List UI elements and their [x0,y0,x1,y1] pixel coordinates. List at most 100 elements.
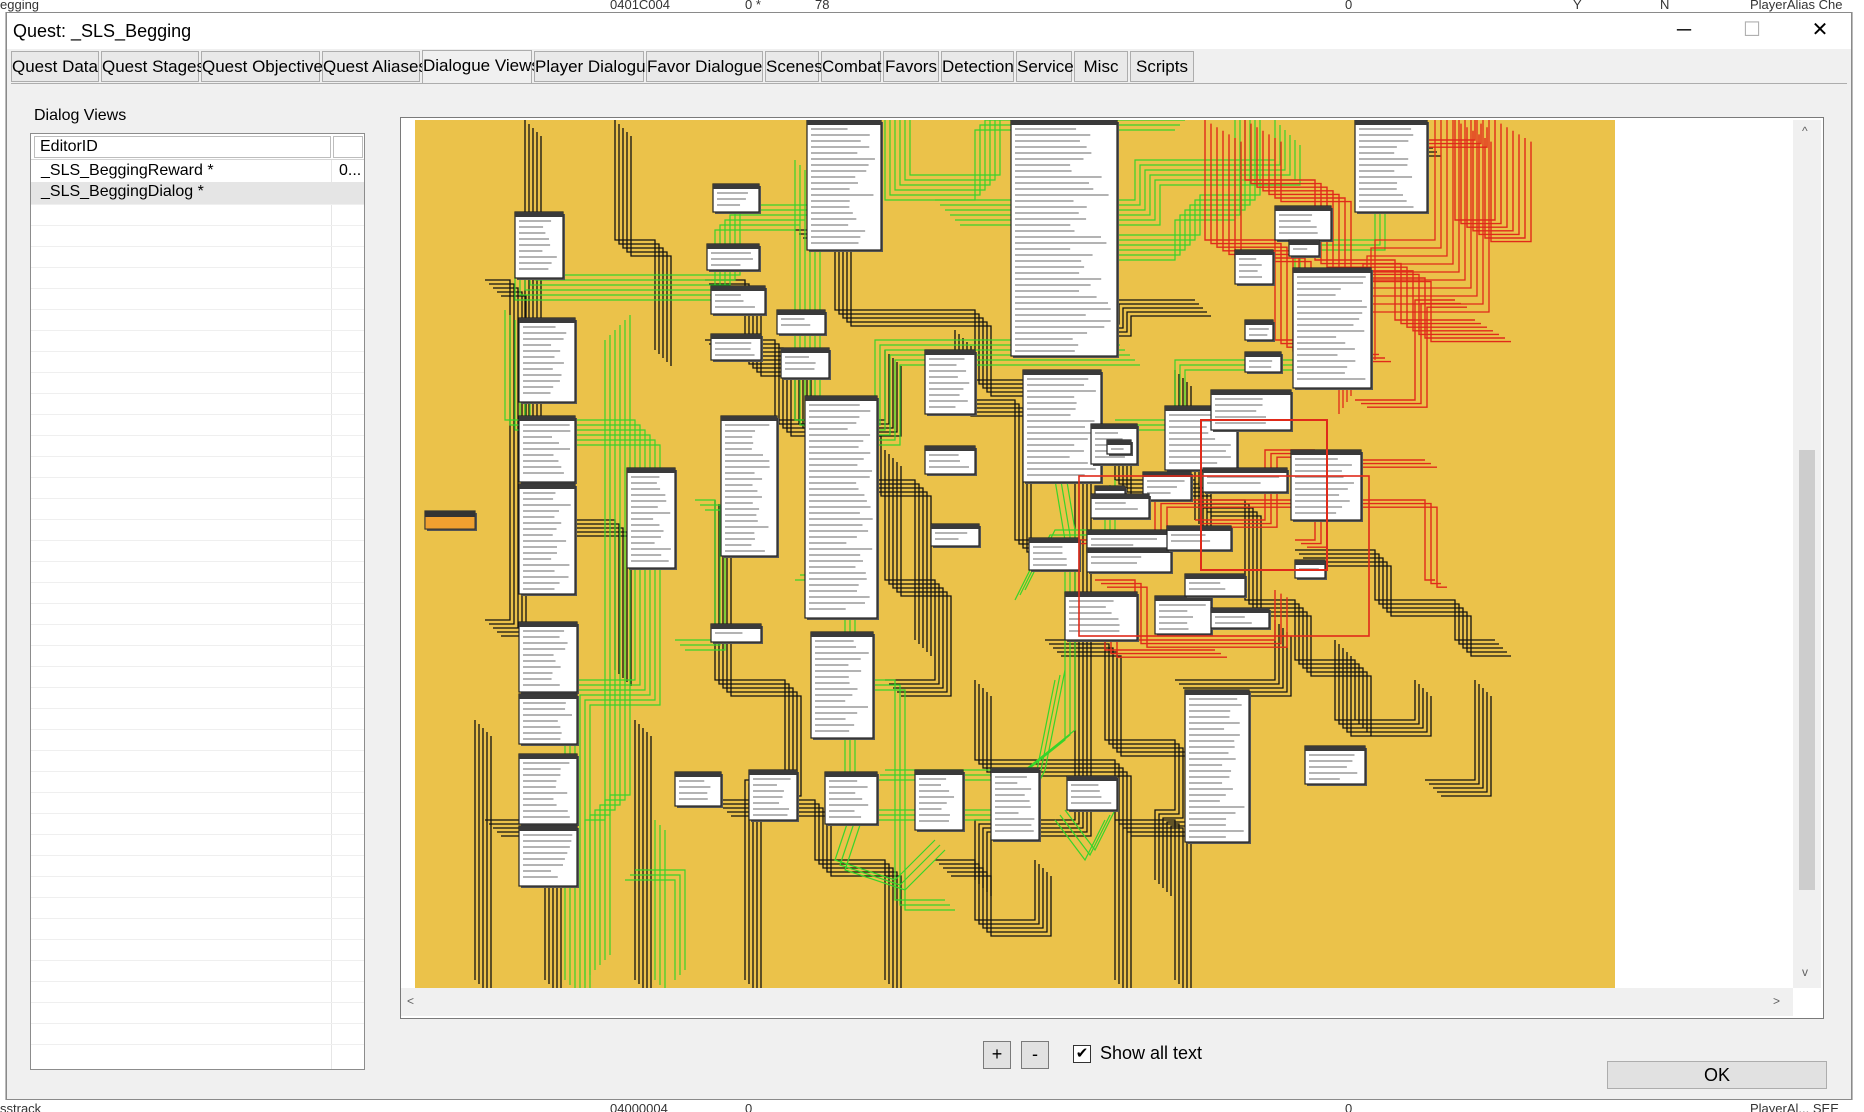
list-gridline [31,771,364,772]
show-all-text-checkbox[interactable]: ✔ [1073,1045,1091,1063]
dialogue-node-header [1245,352,1281,357]
dialogue-node [674,771,722,807]
background-window-strip: egging 0401C004 0 * 78 0 Y N PlayerAlias… [0,0,1864,12]
list-item[interactable]: _SLS_BeggingDialog * [31,182,364,204]
dialogue-node-header [519,694,577,699]
list-gridline [31,1002,364,1003]
tab-quest-data[interactable]: Quest Data [11,51,99,82]
dialogue-start-node-header [425,511,475,517]
maximize-button[interactable]: ☐ [1729,13,1775,49]
column-header-editorid[interactable]: EditorID [34,136,331,158]
horizontal-scrollbar[interactable]: < > [401,988,1793,1016]
scroll-up-icon[interactable]: ^ [1802,124,1808,138]
tab-quest-objectives[interactable]: Quest Objectives [201,51,331,82]
list-gridline [31,708,364,709]
dialogue-node [1064,591,1138,641]
tab-misc[interactable]: Misc [1074,51,1128,82]
bg-text: sstrack [0,1101,42,1112]
list-gridline [31,393,364,394]
bg-text: PlayerAl... SEE [1750,1101,1839,1112]
dialogue-node [1292,267,1372,389]
list-gridline [31,834,364,835]
ok-button[interactable]: OK [1607,1061,1827,1089]
list-gridline [31,1044,364,1045]
title-bar[interactable]: Quest: _SLS_Begging ─ ☐ ✕ [7,13,1851,49]
zoom-out-button[interactable]: - [1021,1041,1049,1069]
dialog-views-list[interactable]: EditorID _SLS_BeggingReward * 0... _SLS_Be… [30,133,365,1070]
tab-quest-aliases[interactable]: Quest Aliases [322,51,427,82]
list-header: EditorID [31,134,364,160]
list-item[interactable]: _SLS_BeggingReward * 0... [31,161,364,183]
show-all-text-label[interactable]: Show all text [1100,1043,1202,1064]
scroll-down-icon[interactable]: v [1802,965,1808,979]
column-divider [331,160,332,1069]
list-gridline [31,687,364,688]
dialogue-node-header [1095,486,1125,491]
scroll-right-icon[interactable]: > [1773,994,1780,1008]
dialogue-node-header [1185,690,1249,695]
tab-favor-dialogue[interactable]: Favor Dialogue [646,51,763,82]
vertical-scroll-thumb[interactable] [1799,450,1815,890]
dialogue-node-header [811,632,873,637]
zoom-in-button[interactable]: + [983,1041,1011,1069]
dialogue-node [990,767,1040,841]
background-window-bottom-strip: sstrack 04000004 0 0 PlayerAl... SEE [0,1100,1864,1112]
dialogue-node-header [707,244,759,249]
dialogue-node-header [1305,746,1365,751]
list-gridline [31,645,364,646]
dialog-views-label: Dialog Views [34,107,127,124]
dialogue-node-header [519,318,575,323]
dialogue-view-canvas-frame: ^ v < > [400,117,1824,1019]
list-gridline [31,288,364,289]
bg-text: 0 * [745,0,761,12]
tab-scripts[interactable]: Scripts [1130,51,1194,82]
list-gridline [31,351,364,352]
dialogue-node-header [1275,206,1331,211]
dialogue-node-header [1107,440,1131,445]
dialogue-node-header [1185,574,1245,579]
dialogue-node-header [807,120,881,125]
tab-scenes[interactable]: Scenes [765,51,823,82]
tab-quest-stages[interactable]: Quest Stages [101,51,205,82]
list-gridline [31,624,364,625]
vertical-scrollbar[interactable]: ^ v [1793,120,1821,988]
tab-detection[interactable]: Detection [941,51,1014,82]
column-header-2[interactable] [333,136,363,158]
list-item-editorid: _SLS_BeggingReward * [41,162,214,179]
dialogue-node-header [1091,494,1149,499]
scroll-left-icon[interactable]: < [407,994,414,1008]
dialogue-graph-canvas[interactable] [415,120,1630,988]
dialogue-node-header [749,770,797,775]
dialogue-node-header [1087,548,1171,553]
dialogue-node-header [1295,560,1325,565]
tab-player-dialogue[interactable]: Player Dialogue [534,51,655,82]
dialogue-node-header [925,446,975,451]
tab-dialogue-views[interactable]: Dialogue Views [422,50,540,84]
dialogue-node-header [713,184,759,189]
close-button[interactable]: ✕ [1797,13,1843,49]
dialogue-node [824,771,878,825]
dialogue-node-header [519,622,577,627]
list-item-editorid: _SLS_BeggingDialog * [41,183,204,200]
list-gridline [31,792,364,793]
dialogue-node [748,769,798,821]
bg-text: Y [1573,0,1582,12]
dialogue-node-header [1293,268,1371,273]
dialogue-node-header [1087,530,1171,535]
dialogue-node-header [711,286,765,291]
minimize-button[interactable]: ─ [1661,13,1707,49]
list-gridline [31,729,364,730]
dialogue-node-header [915,770,963,775]
list-gridline [31,330,364,331]
tab-favors[interactable]: Favors [883,51,939,82]
tab-combat[interactable]: Combat [821,51,882,82]
bg-text: 0 [1345,1101,1353,1112]
tab-service[interactable]: Service [1016,51,1074,82]
list-gridline [31,561,364,562]
dialogue-node-header [1245,320,1273,325]
dialogue-node [1274,205,1332,241]
dialogue-node [1234,249,1274,285]
bg-text: 78 [815,0,830,12]
dialogue-node-header [519,754,577,759]
dialogue-node-header [1211,390,1291,395]
